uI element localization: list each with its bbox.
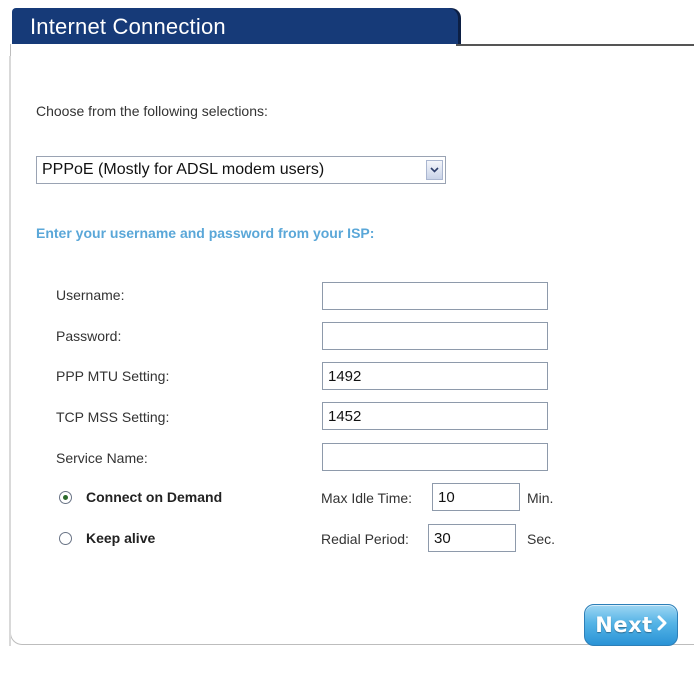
max-idle-time-field[interactable]: [432, 483, 520, 511]
tcp-mss-field[interactable]: [322, 402, 548, 430]
redial-period-unit: Sec.: [527, 531, 556, 547]
service-name-label: Service Name:: [56, 450, 148, 466]
redial-period-field[interactable]: [428, 524, 516, 552]
next-button[interactable]: Next: [584, 604, 678, 646]
keep-alive-radio[interactable]: [59, 532, 72, 545]
connect-on-demand-label: Connect on Demand: [86, 489, 223, 505]
page-title: Internet Connection: [30, 14, 226, 39]
username-field[interactable]: [322, 282, 548, 310]
connection-type-select[interactable]: PPPoE (Mostly for ADSL modem users): [36, 156, 446, 184]
max-idle-time-unit: Min.: [527, 490, 554, 506]
connection-type-value: PPPoE (Mostly for ADSL modem users): [42, 161, 325, 178]
tcp-mss-label: TCP MSS Setting:: [56, 409, 170, 425]
max-idle-time-label: Max Idle Time:: [321, 490, 413, 506]
password-field[interactable]: [322, 322, 548, 350]
section-heading: Enter your username and password from yo…: [36, 225, 375, 241]
connect-on-demand-radio[interactable]: [59, 491, 72, 504]
password-label: Password:: [56, 328, 122, 344]
chevron-down-icon[interactable]: [426, 160, 443, 180]
title-tab: Internet Connection: [12, 8, 458, 44]
chevron-right-icon: [657, 615, 667, 636]
ppp-mtu-field[interactable]: [322, 362, 548, 390]
keep-alive-label: Keep alive: [86, 530, 156, 546]
panel-shadow: [9, 56, 11, 646]
ppp-mtu-label: PPP MTU Setting:: [56, 368, 170, 384]
next-button-label: Next: [595, 613, 653, 637]
username-label: Username:: [56, 287, 125, 303]
service-name-field[interactable]: [322, 443, 548, 471]
redial-period-label: Redial Period:: [321, 531, 409, 547]
intro-text: Choose from the following selections:: [36, 103, 268, 119]
